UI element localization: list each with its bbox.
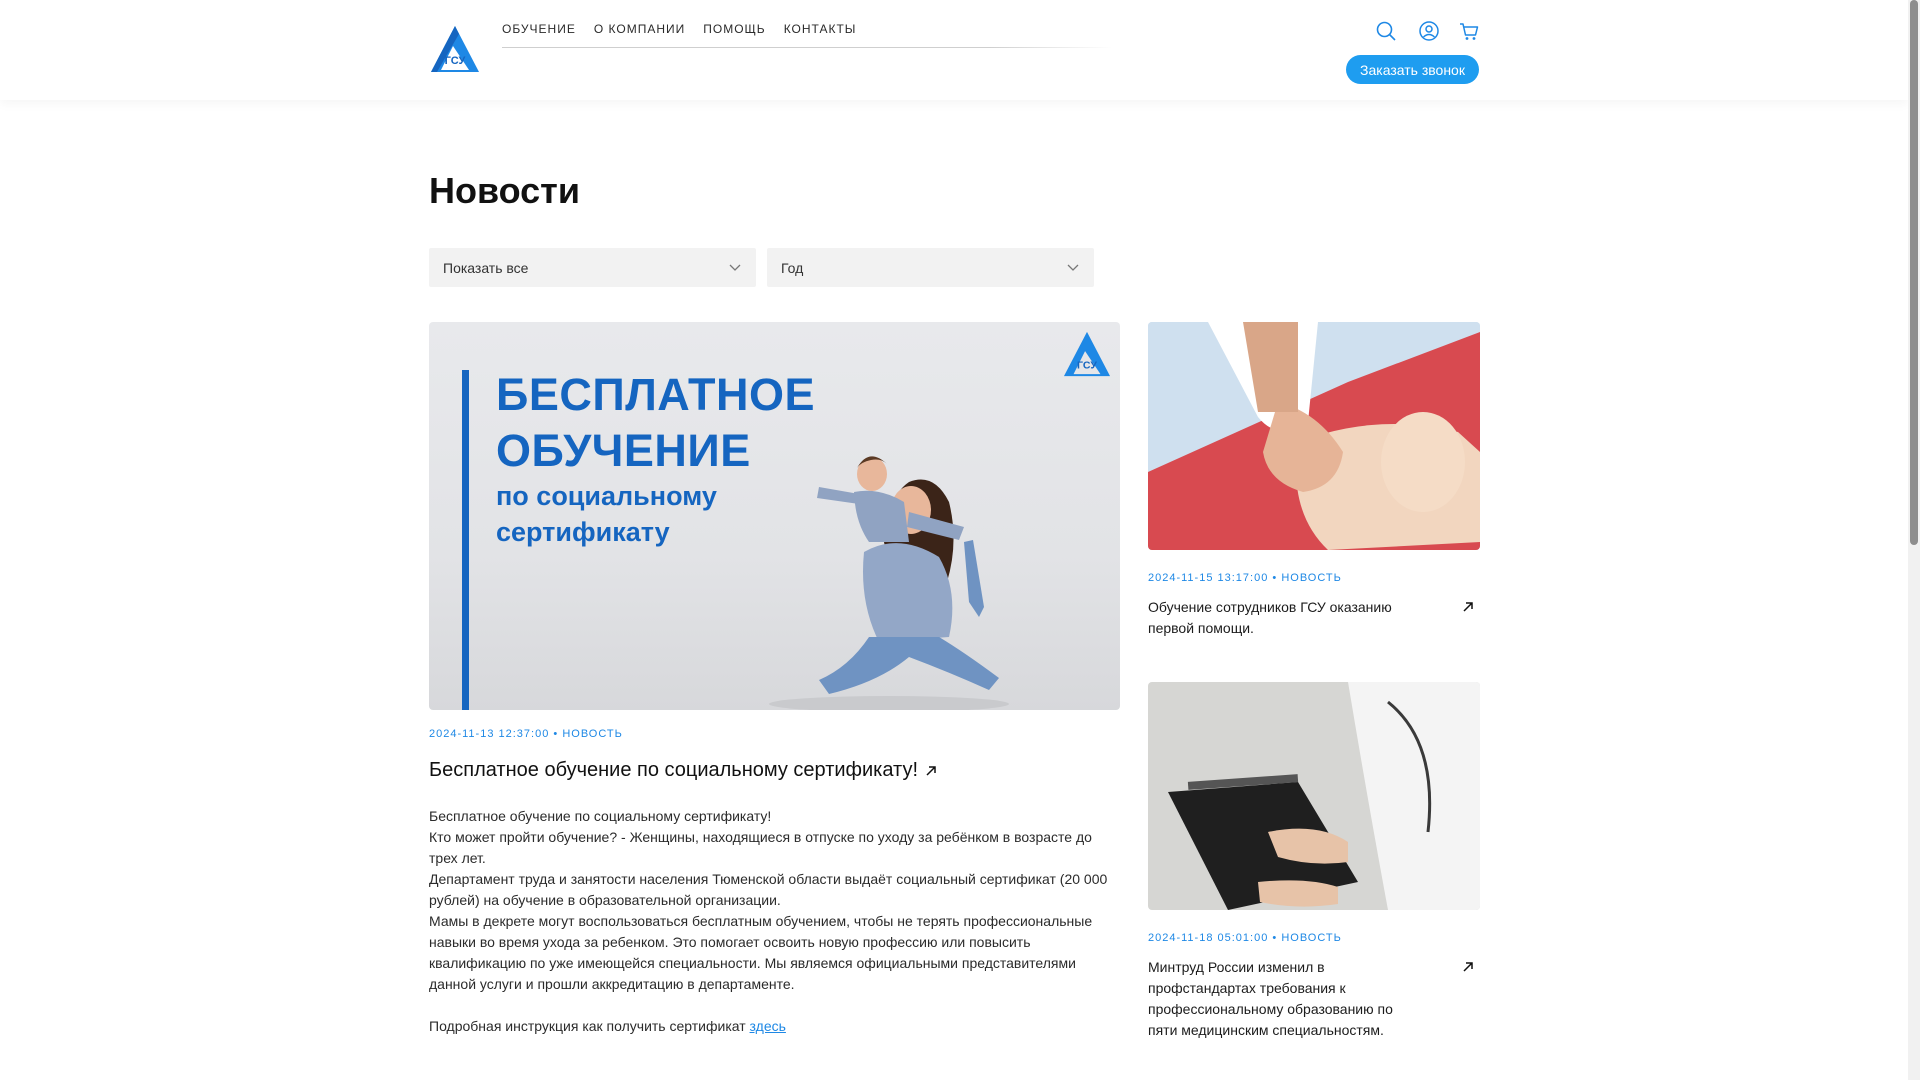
gsu-logo[interactable]: ГСУ: [429, 24, 481, 74]
instruction-link[interactable]: здесь: [750, 1018, 786, 1034]
body-paragraph: Кто может пройти обучение? - Женщины, на…: [429, 829, 1092, 866]
search-icon[interactable]: [1375, 20, 1397, 42]
order-call-button[interactable]: Заказать звонок: [1346, 55, 1479, 84]
year-filter-select[interactable]: Год: [767, 248, 1094, 287]
mother-child-photo: [769, 456, 1009, 710]
first-aid-photo: [1148, 322, 1480, 550]
logo-text: ГСУ: [445, 55, 466, 67]
side-news-title[interactable]: Минтруд России изменил в профстандартах …: [1148, 957, 1418, 1041]
featured-news-title[interactable]: Бесплатное обучение по социальному серти…: [429, 759, 938, 782]
cart-icon[interactable]: [1458, 20, 1480, 42]
side-news-image-first-aid[interactable]: [1148, 322, 1480, 550]
news-date: 2024-11-13 12:37:00: [429, 728, 550, 740]
category-filter-value: Показать все: [443, 259, 529, 276]
news-tag[interactable]: НОВОСТЬ: [1281, 572, 1342, 584]
news-tag[interactable]: НОВОСТЬ: [1281, 932, 1342, 944]
doctor-clipboard-photo: [1148, 682, 1480, 910]
image-subheadline: по социальному сертификату: [496, 481, 717, 547]
side-news-meta: 2024-11-15 13:17:00 • НОВОСТЬ: [1148, 572, 1342, 584]
nav-item-education[interactable]: Обучение: [502, 22, 576, 36]
nav-item-contacts[interactable]: Контакты: [784, 22, 857, 36]
site-header: ГСУ Обучение О компании Помощь Контакты …: [0, 0, 1908, 100]
nav-divider: [502, 47, 1112, 48]
scrollbar-thumb[interactable]: [1910, 0, 1918, 545]
arrow-up-right-icon[interactable]: [1461, 960, 1475, 974]
featured-news-body: Бесплатное обучение по социальному серти…: [429, 806, 1119, 1037]
news-date: 2024-11-18 05:01:00: [1148, 932, 1269, 944]
category-filter-select[interactable]: Показать все: [429, 248, 756, 287]
body-paragraph: Департамент труда и занятости населения …: [429, 871, 1108, 908]
featured-news-image[interactable]: БЕСПЛАТНОЕ ОБУЧЕНИЕ по социальному серти…: [429, 322, 1120, 710]
image-accent-bar: [462, 370, 469, 710]
news-date: 2024-11-15 13:17:00: [1148, 572, 1269, 584]
news-tag[interactable]: НОВОСТЬ: [562, 728, 623, 740]
svg-text:ГСУ: ГСУ: [1077, 359, 1097, 371]
body-paragraph: Мамы в декрете могут воспользоваться бес…: [429, 913, 1093, 992]
main-nav: Обучение О компании Помощь Контакты: [502, 22, 856, 36]
image-logo: ГСУ: [1063, 331, 1111, 377]
chevron-down-icon: [1067, 264, 1079, 271]
arrow-up-right-icon[interactable]: [1461, 600, 1475, 614]
side-news-title[interactable]: Обучение сотрудников ГСУ оказанию первой…: [1148, 597, 1418, 639]
body-paragraph: Бесплатное обучение по социальному серти…: [429, 808, 772, 824]
instruction-line: Подробная инструкция как получить сертиф…: [429, 1018, 786, 1034]
nav-item-help[interactable]: Помощь: [703, 22, 765, 36]
page-scrollbar[interactable]: [1908, 0, 1920, 1080]
featured-news-meta: 2024-11-13 12:37:00 • НОВОСТЬ: [429, 728, 623, 740]
year-filter-value: Год: [781, 259, 804, 276]
user-icon[interactable]: [1418, 20, 1440, 42]
nav-item-about[interactable]: О компании: [594, 22, 685, 36]
chevron-down-icon: [729, 264, 741, 271]
side-news-image-doctor[interactable]: [1148, 682, 1480, 910]
arrow-up-right-icon: [926, 765, 936, 776]
page-title: Новости: [429, 170, 580, 211]
side-news-meta: 2024-11-18 05:01:00 • НОВОСТЬ: [1148, 932, 1342, 944]
